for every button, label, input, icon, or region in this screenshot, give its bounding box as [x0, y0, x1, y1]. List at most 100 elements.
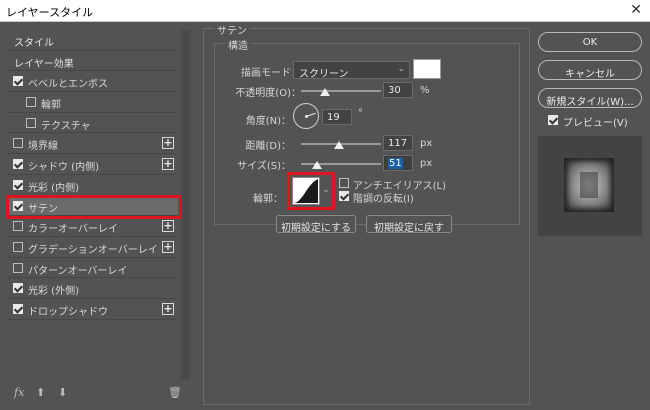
style-list-item-label: ベベルとエンボス — [28, 79, 108, 91]
style-checkbox[interactable] — [13, 241, 23, 252]
style-list-item-label: 境界線 — [28, 141, 58, 153]
cancel-button[interactable]: キャンセル — [538, 60, 642, 80]
invert-checkbox[interactable] — [339, 191, 349, 201]
window-title: レイヤースタイル — [6, 6, 94, 19]
distance-slider-thumb[interactable] — [333, 141, 344, 149]
style-checkbox[interactable] — [13, 76, 23, 87]
style-checkbox[interactable] — [13, 159, 23, 170]
opacity-value: 30 — [388, 85, 401, 96]
style-checkbox[interactable] — [13, 200, 23, 211]
style-list-item-label: 光彩 (内側) — [28, 182, 79, 194]
add-effect-icon[interactable]: + — [162, 302, 174, 315]
style-checkbox[interactable] — [13, 138, 23, 149]
style-checkbox[interactable] — [13, 283, 23, 294]
title-bar: レイヤースタイル ✕ — [0, 0, 650, 22]
size-label: サイズ(S)： — [237, 161, 291, 172]
preview-thumbnail — [538, 136, 642, 236]
preview-sample — [564, 158, 614, 212]
angle-label: 角度(N)： — [245, 116, 291, 127]
style-list-item-label: 輪郭 — [41, 100, 61, 112]
angle-dial-hand — [306, 112, 316, 117]
style-list-item[interactable]: パターンオーバーレイ — [6, 257, 178, 279]
angle-dial[interactable] — [293, 103, 319, 129]
antialias-checkbox[interactable] — [339, 178, 349, 188]
style-list-item-label: レイヤー効果 — [14, 58, 74, 70]
style-list-item-label: サテン — [28, 203, 58, 215]
contour-highlight-annotation — [287, 172, 335, 210]
add-effect-icon[interactable]: + — [162, 220, 174, 233]
group-title: 構造 — [225, 37, 251, 52]
style-list-items: スタイルレイヤー効果ベベルとエンボス輪郭テクスチャ境界線 + シャドウ (内側) + 光… — [6, 30, 178, 320]
style-list-item[interactable]: カラーオーバーレイ + — [6, 216, 178, 237]
style-list: スタイルレイヤー効果ベベルとエンボス輪郭テクスチャ境界線 + シャドウ (内側) + 光… — [4, 30, 192, 405]
make-default-button[interactable]: 初期設定にする — [276, 215, 356, 234]
distance-unit: px — [420, 138, 433, 149]
distance-label: 距離(D)： — [245, 141, 291, 152]
style-list-item-label: シャドウ (内側) — [28, 162, 99, 174]
preview-checkbox[interactable] — [548, 115, 558, 125]
style-list-item[interactable]: サテン — [6, 195, 178, 217]
close-icon[interactable]: ✕ — [630, 2, 642, 18]
opacity-label: 不透明度(O)： — [235, 88, 301, 99]
move-up-icon[interactable]: ⬆ — [36, 386, 45, 399]
move-down-icon[interactable]: ⬇ — [58, 386, 67, 399]
add-effect-icon[interactable]: + — [162, 158, 174, 171]
style-checkbox[interactable] — [13, 179, 23, 190]
distance-value: 117 — [388, 138, 408, 149]
style-list-item-label: カラーオーバーレイ — [28, 224, 118, 236]
blend-mode-select[interactable]: スクリーン ⌄ — [293, 61, 410, 80]
style-list-item[interactable]: 境界線 + — [6, 133, 178, 155]
opacity-slider-track[interactable] — [301, 90, 381, 92]
distance-input[interactable]: 117 — [383, 135, 413, 151]
style-checkbox[interactable] — [26, 97, 36, 108]
structure-group: 構造 描画モード： スクリーン ⌄ 不透明度(O)： 30 % 角度(N)： 1… — [214, 37, 520, 225]
blend-color-swatch[interactable] — [413, 59, 441, 79]
style-list-item-label: スタイル — [14, 38, 54, 49]
blend-mode-label: 描画モード： — [241, 68, 301, 79]
angle-unit: ° — [358, 108, 363, 119]
style-list-item[interactable]: 輪郭 — [6, 92, 178, 113]
style-list-item[interactable]: テクスチャ — [6, 112, 178, 134]
chevron-down-icon: ⌄ — [397, 64, 405, 74]
style-list-item[interactable]: ドロップシャドウ + — [6, 298, 178, 320]
style-checkbox[interactable] — [26, 117, 36, 128]
panel-title: サテン — [214, 22, 250, 37]
new-style-button[interactable]: 新規スタイル(W)... — [538, 88, 642, 108]
style-list-item[interactable]: ベベルとエンボス — [6, 71, 178, 93]
size-unit: px — [420, 158, 433, 169]
style-list-item-label: グラデーションオーバーレイ — [28, 244, 158, 256]
opacity-unit: % — [420, 85, 430, 96]
angle-input[interactable]: 19 — [322, 109, 352, 125]
ok-button[interactable]: OK — [538, 32, 642, 52]
satin-panel: サテン 構造 描画モード： スクリーン ⌄ 不透明度(O)： 30 % 角度(N… — [203, 22, 530, 405]
style-list-item[interactable]: 光彩 (外側) — [6, 278, 178, 299]
add-effect-icon[interactable]: + — [162, 137, 174, 150]
style-list-item-label: テクスチャ — [41, 120, 91, 132]
style-list-item[interactable]: シャドウ (内側) + — [6, 154, 178, 175]
opacity-input[interactable]: 30 — [383, 82, 413, 98]
size-value: 51 — [388, 158, 403, 169]
style-checkbox[interactable] — [13, 262, 23, 273]
style-list-item-label: ドロップシャドウ — [28, 306, 108, 318]
style-list-item[interactable]: グラデーションオーバーレイ + — [6, 236, 178, 258]
style-list-scrollbar[interactable] — [181, 30, 190, 380]
trash-icon[interactable]: 🗑 — [168, 386, 182, 399]
style-list-item-label: 光彩 (外側) — [28, 286, 79, 298]
fx-icon[interactable]: fx — [14, 386, 24, 399]
angle-value: 19 — [327, 112, 340, 123]
blend-mode-value: スクリーン — [299, 69, 349, 80]
style-list-item[interactable]: スタイル — [6, 30, 178, 51]
size-slider-thumb[interactable] — [312, 161, 322, 169]
preview-sample-inner — [580, 172, 598, 198]
opacity-slider-thumb[interactable] — [320, 88, 330, 96]
style-list-item[interactable]: 光彩 (内側) — [6, 174, 178, 196]
style-checkbox[interactable] — [13, 221, 23, 232]
invert-label: 階調の反転(I) — [353, 194, 414, 205]
reset-default-button[interactable]: 初期設定に戻す — [366, 215, 452, 234]
add-effect-icon[interactable]: + — [162, 240, 174, 253]
style-list-footer: fx ⬆ ⬇ 🗑 — [6, 384, 192, 404]
size-input[interactable]: 51 — [383, 155, 413, 171]
style-list-item[interactable]: レイヤー効果 — [6, 50, 178, 72]
contour-label: 輪郭： — [253, 194, 283, 205]
style-checkbox[interactable] — [13, 303, 23, 314]
